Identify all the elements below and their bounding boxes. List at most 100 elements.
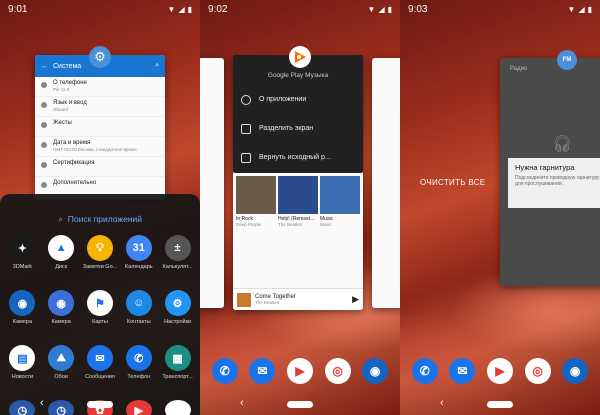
app-label: Настройки (164, 319, 192, 325)
gear-icon[interactable]: ⚙ (89, 46, 111, 68)
settings-row[interactable]: Сертификация (35, 157, 165, 177)
home-pill[interactable] (87, 400, 113, 408)
app-label: 3DMark (12, 264, 33, 270)
row-sub: Pie 11.0 (53, 86, 70, 92)
camera-icon[interactable]: ◉ (362, 358, 389, 384)
clock: 9:03 (408, 3, 428, 15)
messages-icon[interactable]: ✉ (449, 358, 476, 384)
app-wallpapers[interactable]: ⛰︎ Обои (42, 345, 81, 397)
wifi-icon: ▼ (367, 4, 376, 14)
camera-icon: ◉ (9, 290, 36, 316)
now-playing-artist: The Beatles (255, 300, 280, 305)
settings-row[interactable]: Язык и ввод Gboard (35, 97, 165, 117)
wifi-icon: ▼ (167, 4, 176, 14)
now-playing-bar[interactable]: Come Together The Beatles ▶ (233, 288, 363, 310)
menu-item-app-info[interactable]: О приложении (233, 85, 363, 114)
dialog-message: Подсоедините проводную гарнитуру для про… (515, 175, 600, 187)
menu-item-split-screen[interactable]: Разделить экран (233, 114, 363, 143)
signal-icon: ◢ (378, 4, 385, 14)
home-pill[interactable] (487, 400, 513, 408)
back-arrow-icon[interactable]: ← (41, 63, 48, 70)
album-art (320, 176, 360, 214)
nav-bar: ‹ (400, 393, 600, 415)
play-store-icon[interactable]: ▶ (486, 358, 513, 384)
clock-icon (41, 142, 47, 148)
app-camera[interactable]: ◉ Камера (3, 290, 42, 342)
app-transport[interactable]: ▦ Транспорт... (158, 345, 197, 397)
clock: 9:01 (8, 3, 28, 15)
play-store-icon[interactable]: ▶ (286, 358, 313, 384)
fm-radio-icon[interactable]: FM (557, 50, 577, 70)
messages-icon[interactable]: ✉ (249, 358, 276, 384)
clear-all-button[interactable]: ОЧИСТИТЬ ВСЕ (420, 178, 485, 187)
settings-row[interactable]: Жесты (35, 117, 165, 137)
settings-row[interactable]: О телефоне Pie 11.0 (35, 77, 165, 97)
recent-app-settings[interactable]: ← Система ⌕ О телефоне Pie 11.0 Язык и вв… (35, 55, 165, 200)
battery-icon: ▮ (187, 4, 192, 14)
app-settings[interactable]: ⚙ Настройки (158, 290, 197, 342)
menu-item-restore-size[interactable]: Вернуть исходный р... (233, 143, 363, 172)
advanced-icon (41, 182, 47, 188)
phone-icon[interactable]: ✆ (211, 358, 238, 384)
play-icon[interactable]: ▶ (352, 294, 359, 305)
battery-icon: ▮ (387, 4, 392, 14)
app-context-menu: Google Play Музыка О приложении Разделит… (233, 55, 363, 173)
nav-bar: ‹ (0, 393, 200, 415)
phone-icon[interactable]: ✆ (411, 358, 438, 384)
app-contacts[interactable]: ☺ Контакты (119, 290, 158, 342)
recent-app-settings-partial[interactable] (200, 58, 224, 308)
phone-icon: ✆ (125, 345, 152, 371)
status-bar: 9:02 ▼ ◢ ▮ (200, 0, 400, 18)
menu-item-label: Разделить экран (259, 125, 314, 132)
album-art (278, 176, 318, 214)
home-pill[interactable] (287, 400, 313, 408)
3dmark-icon: ✦ (9, 235, 36, 261)
split-screen-icon (241, 123, 251, 134)
language-icon (41, 102, 47, 108)
play-music-icon[interactable] (289, 46, 311, 68)
app-keep[interactable]: 💡︎ Заметки Go... (81, 235, 120, 287)
album-card[interactable]: Music Music (320, 176, 360, 227)
app-label: Телефон (127, 374, 151, 380)
row-label: Дополнительно (53, 180, 97, 186)
app-messages[interactable]: ✉ Сообщения (81, 345, 120, 397)
settings-row[interactable]: Дата и время GMT+03:00 Москва, стандартно… (35, 137, 165, 157)
album-art (236, 176, 276, 214)
app-label: Камера (12, 319, 33, 325)
recent-app-youtube-partial[interactable] (372, 58, 400, 308)
album-card[interactable]: In Rock Deep Purple (236, 176, 276, 227)
album-artist: The Beatles (278, 222, 303, 227)
app-drive[interactable]: ▲ Диск (42, 235, 81, 287)
back-icon[interactable]: ‹ (240, 397, 244, 409)
app-search-bar[interactable]: ⌕ Поиск приложений (0, 206, 200, 232)
chrome-icon[interactable]: ◎ (324, 358, 351, 384)
app-news[interactable]: ▤ Новости (3, 345, 42, 397)
app-maps[interactable]: ⚑ Карты (81, 290, 120, 342)
drive-icon: ▲ (48, 235, 75, 261)
now-playing-art (237, 292, 251, 307)
chrome-icon[interactable]: ◎ (524, 358, 551, 384)
app-phone[interactable]: ✆ Телефон (119, 345, 158, 397)
signal-icon: ◢ (578, 4, 585, 14)
app-label: Обои (54, 374, 68, 380)
app-3dmark[interactable]: ✦ 3DMark (3, 235, 42, 287)
fm-title: Радио (510, 66, 528, 72)
nav-bar: ‹ (200, 393, 400, 415)
screen-app-drawer: 9:01 ▼ ◢ ▮ ← Система ⌕ О телефоне Pie 11.… (0, 0, 200, 415)
back-icon[interactable]: ‹ (40, 397, 44, 409)
info-icon (41, 82, 47, 88)
row-label: Сертификация (53, 160, 95, 166)
app-calculator[interactable]: ± Калькулят... (158, 235, 197, 287)
battery-icon: ▮ (587, 4, 592, 14)
album-card[interactable]: Help! (Remast... The Beatles (278, 176, 318, 227)
back-icon[interactable]: ‹ (440, 397, 444, 409)
app-camera2[interactable]: ◉ Камера (42, 290, 81, 342)
search-icon[interactable]: ⌕ (155, 62, 159, 70)
wifi-icon: ▼ (567, 4, 576, 14)
signal-icon: ◢ (178, 4, 185, 14)
screen-recents-clear: 9:03 ▼ ◢ ▮ ОЧИСТИТЬ ВСЕ Радио 🎧︎ FM Нужн… (400, 0, 600, 415)
info-icon (241, 94, 251, 105)
camera-icon[interactable]: ◉ (562, 358, 589, 384)
app-calendar[interactable]: 31 Календарь (119, 235, 158, 287)
row-sub: GMT+03:00 Москва, стандартное время (53, 146, 137, 152)
